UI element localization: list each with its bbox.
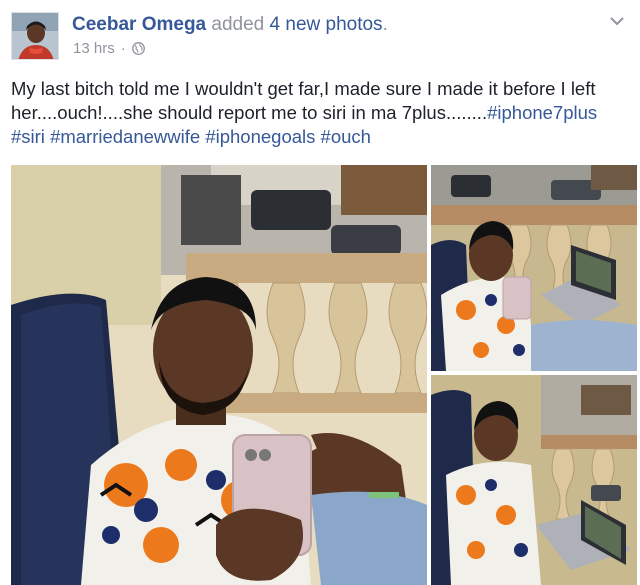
post-body: My last bitch told me I wouldn't get far…	[11, 77, 633, 149]
meta-separator: ·	[120, 40, 126, 57]
post-hashtags: #siri #marriedanewwife #iphonegoals #ouc…	[11, 125, 633, 149]
author-name-link[interactable]: Ceebar Omega	[72, 14, 206, 35]
post-photo-2[interactable]	[431, 165, 637, 371]
action-end: .	[382, 14, 388, 35]
post-timestamp[interactable]: 13 hrs	[73, 40, 115, 57]
post-photo-main[interactable]	[11, 165, 427, 585]
post-meta: 13 hrs ·	[73, 40, 145, 57]
post-photo-3[interactable]	[431, 375, 637, 585]
globe-icon[interactable]	[131, 42, 145, 55]
action-text: added	[206, 14, 270, 35]
post-header-line: Ceebar Omega added 4 new photos.	[72, 14, 388, 36]
chevron-down-icon[interactable]	[609, 14, 625, 26]
post-text-line-1: My last bitch told me I wouldn't get far…	[11, 78, 596, 99]
hashtag-link[interactable]: #siri	[11, 126, 45, 147]
post-text-line-2-text: her....ouch!....she should report me to …	[11, 102, 488, 123]
hashtag-link[interactable]: #iphonegoals	[205, 126, 315, 147]
hashtag-link[interactable]: #iphone7plus	[487, 102, 597, 123]
hashtag-link[interactable]: #marriedanewwife	[50, 126, 200, 147]
hashtag-link[interactable]: #ouch	[321, 126, 371, 147]
avatar[interactable]	[11, 12, 59, 60]
post-text-line-2: her....ouch!....she should report me to …	[11, 101, 633, 125]
photos-count-link[interactable]: 4 new photos	[270, 14, 383, 35]
